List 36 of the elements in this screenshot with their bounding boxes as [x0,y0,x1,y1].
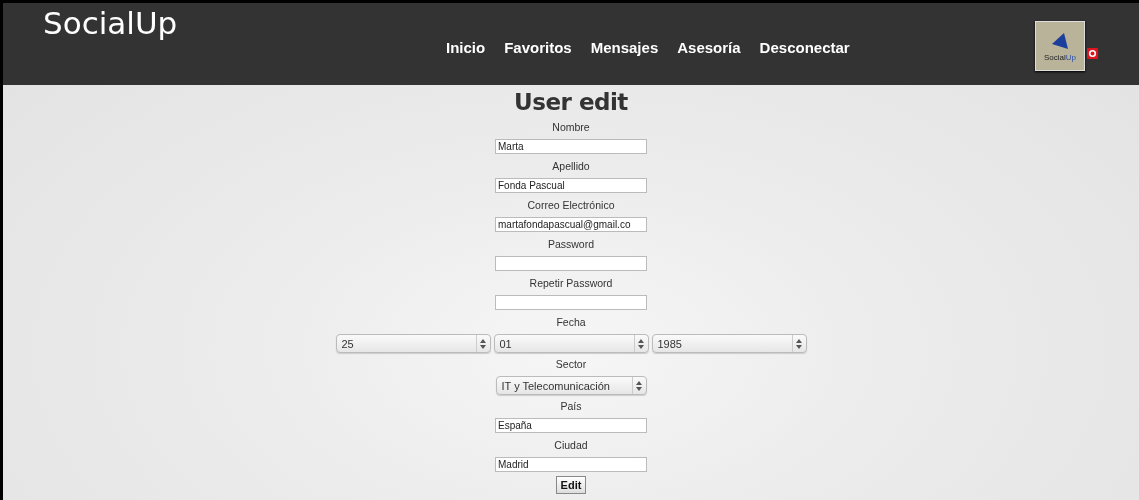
field-label: Ciudad [554,439,588,451]
up-down-arrows-icon [638,338,644,349]
up-down-arrows-icon [636,380,642,391]
nav-link[interactable]: Desconectar [759,38,850,56]
field-label: Nombre [552,121,590,133]
field-label: Apellido [552,160,590,172]
input-field[interactable]: Marta [495,139,647,154]
input-field[interactable]: España [495,418,647,433]
input-field[interactable]: Madrid [495,457,647,472]
input-field[interactable]: Fonda Pascual [495,178,647,193]
pyramid-icon [1050,33,1070,50]
up-down-arrows-icon [480,338,486,349]
nav-link[interactable]: Mensajes [590,38,659,56]
edit-button[interactable]: Edit [555,476,587,494]
field-label: Correo Electrónico [527,199,615,211]
field-label: Sector [555,358,587,370]
sector-select[interactable]: IT y Telecomunicación [495,376,647,395]
input-field[interactable] [495,256,647,271]
date-select[interactable]: 1985 [651,334,807,353]
input-field[interactable]: martafondapascual@gmail.co [495,217,647,232]
up-down-arrows-icon [796,338,802,349]
input-field[interactable] [495,295,647,310]
field-label: Repetir Password [529,277,613,289]
nav-link[interactable]: Favoritos [504,38,572,56]
date-select[interactable]: 01 [493,334,649,353]
field-label: País [560,400,582,412]
nav-link[interactable]: Asesoría [677,38,741,56]
field-label: Password [547,238,595,250]
logo-text: SocialUp [1044,53,1076,62]
date-select[interactable]: 25 [335,334,491,353]
field-label: Fecha [556,316,586,328]
nav-link[interactable]: Inicio [446,38,486,56]
profile-picture[interactable]: SocialUp [1035,21,1085,71]
site-logo[interactable]: SocialUp [43,5,178,41]
record-icon[interactable] [1087,48,1098,59]
page-title: User edit [514,88,628,116]
